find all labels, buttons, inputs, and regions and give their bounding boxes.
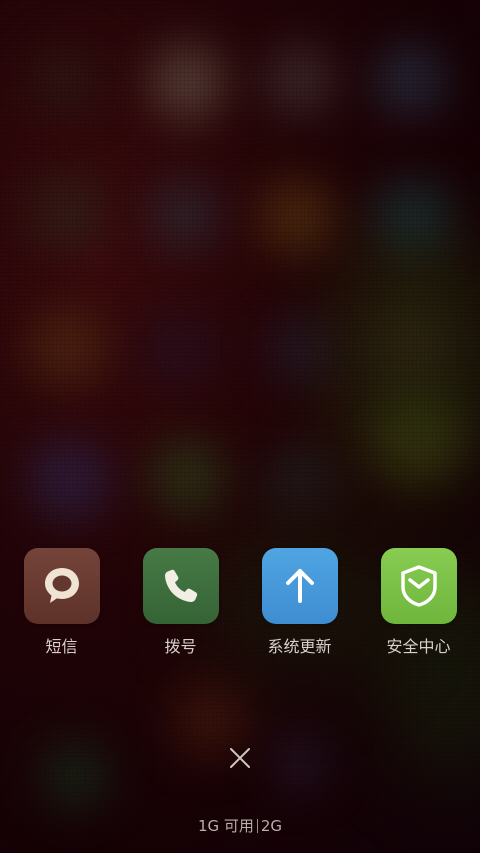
app-icon-messages[interactable] [23, 548, 100, 624]
app-label-messages: 短信 [45, 637, 78, 656]
memory-info: 1G 可用 2G [0, 815, 480, 836]
app-icon-dialer[interactable] [142, 548, 219, 624]
app-label-dialer: 拨号 [164, 637, 197, 656]
recent-app-security-center[interactable]: 安全中心 [364, 548, 474, 657]
shield-check-icon [400, 565, 437, 607]
app-label-system-update: 系统更新 [267, 637, 332, 656]
recent-app-messages[interactable]: 短信 [7, 548, 117, 657]
dim-overlay [0, 0, 480, 853]
memory-total: 2G [260, 817, 283, 835]
recent-app-system-update[interactable]: 系统更新 [245, 548, 355, 657]
blurred-background [0, 0, 480, 853]
message-bubble-icon [44, 568, 79, 603]
app-icon-security-center[interactable] [380, 548, 457, 624]
app-icon-system-update[interactable] [261, 548, 338, 624]
arrow-up-icon [285, 569, 314, 603]
memory-separator [256, 819, 258, 833]
memory-available: 1G 可用 [197, 817, 254, 835]
phone-handset-icon [164, 569, 197, 603]
close-icon [230, 748, 250, 768]
clear-all-button[interactable] [222, 740, 258, 776]
app-label-security-center: 安全中心 [386, 637, 451, 656]
texture-overlay [0, 0, 480, 853]
recent-app-dialer[interactable]: 拨号 [126, 548, 236, 657]
recents-screen: 短信 拨号 系统更新 安全中心 1G 可用 2G [0, 0, 480, 853]
recent-apps-list: 短信 拨号 系统更新 安全中心 [0, 548, 480, 657]
